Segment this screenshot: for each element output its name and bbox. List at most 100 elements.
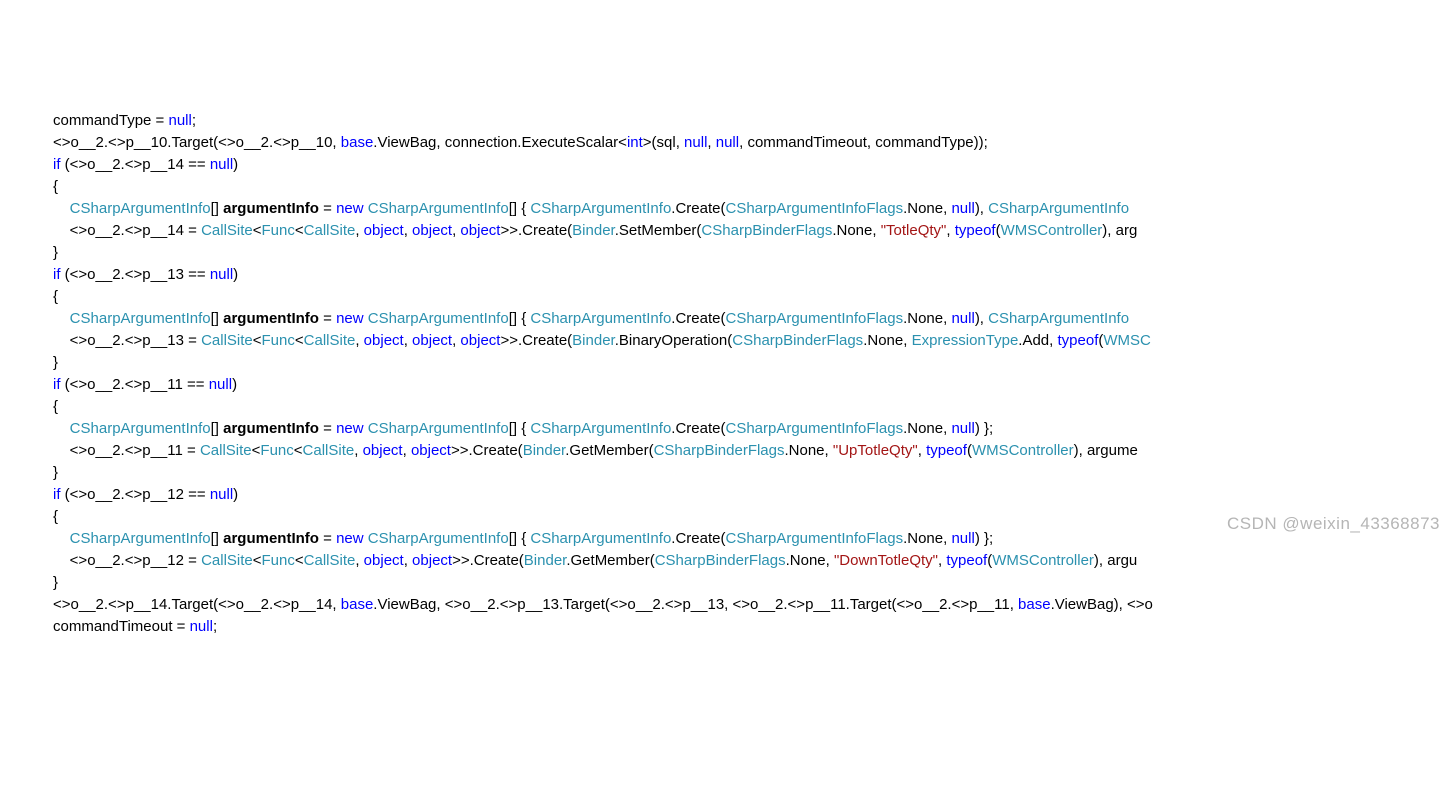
code-text: = — [319, 200, 336, 217]
code-text: [] { — [509, 420, 531, 437]
type: CSharpArgumentInfoFlags — [725, 310, 903, 327]
keyword: null — [210, 486, 233, 503]
code-line: { — [53, 178, 58, 195]
code-text: >>.Create( — [500, 332, 572, 349]
code-text: .Create( — [671, 420, 725, 437]
keyword: new — [336, 420, 364, 437]
code-line: } — [53, 574, 58, 591]
code-text: = — [319, 310, 336, 327]
code-text: .None, — [785, 442, 833, 459]
type: CSharpArgumentInfoFlags — [725, 420, 903, 437]
code-line: <>o__2.<>p__13 = CallSite<Func<CallSite,… — [53, 332, 1151, 349]
keyword: object — [412, 332, 452, 349]
code-text: ), arg — [1102, 222, 1137, 239]
keyword: typeof — [1058, 332, 1099, 349]
type: CallSite — [200, 442, 252, 459]
keyword: object — [363, 442, 403, 459]
code-text: , — [404, 552, 412, 569]
brace: { — [53, 508, 58, 525]
code-text: .None, — [832, 222, 880, 239]
code-text: [] — [211, 310, 224, 327]
keyword: null — [951, 310, 974, 327]
type: WMSC — [1103, 332, 1151, 349]
brace: } — [53, 244, 58, 261]
type: WMSController — [992, 552, 1094, 569]
type: CSharpArgumentInfoFlags — [725, 200, 903, 217]
code-text: , — [707, 134, 715, 151]
keyword: null — [210, 266, 233, 283]
keyword: null — [168, 112, 191, 129]
code-line: <>o__2.<>p__14 = CallSite<Func<CallSite,… — [53, 222, 1137, 239]
keyword: if — [53, 266, 61, 283]
type: WMSController — [1001, 222, 1103, 239]
code-text: (<>o__2.<>p__14 == — [61, 156, 210, 173]
code-text: ), — [975, 310, 988, 327]
code-text: commandTimeout = — [53, 618, 190, 635]
code-line: { — [53, 398, 58, 415]
code-line: } — [53, 354, 58, 371]
code-text: < — [253, 222, 262, 239]
code-text: [] — [211, 420, 224, 437]
code-text: ) }; — [975, 420, 993, 437]
keyword: if — [53, 376, 61, 393]
code-line: { — [53, 288, 58, 305]
type: Binder — [524, 552, 567, 569]
type: CSharpArgumentInfo — [70, 310, 211, 327]
code-line: } — [53, 464, 58, 481]
type: CSharpArgumentInfo — [988, 200, 1129, 217]
code-text: < — [294, 442, 303, 459]
code-text: .Create( — [671, 310, 725, 327]
type: CallSite — [304, 552, 356, 569]
keyword: object — [460, 332, 500, 349]
code-text: , commandTimeout, commandType)); — [739, 134, 988, 151]
code-text: , — [355, 222, 363, 239]
code-text: .None, — [903, 200, 951, 217]
code-text: < — [295, 552, 304, 569]
code-text: <>o__2.<>p__14.Target(<>o__2.<>p__14, — [53, 596, 341, 613]
code-text: commandType = — [53, 112, 168, 129]
code-text: .ViewBag), <>o — [1051, 596, 1153, 613]
code-text: .None, — [863, 332, 911, 349]
code-text: , — [354, 442, 362, 459]
code-text: .SetMember( — [615, 222, 702, 239]
code-text: , — [938, 552, 946, 569]
code-text: ), argume — [1074, 442, 1138, 459]
code-text: .BinaryOperation( — [615, 332, 733, 349]
code-text: <>o__2.<>p__12 = — [70, 552, 201, 569]
type: Binder — [572, 332, 615, 349]
type: Func — [262, 552, 295, 569]
code-text: >>.Create( — [452, 552, 524, 569]
brace: { — [53, 288, 58, 305]
code-text: [] { — [509, 310, 531, 327]
keyword: new — [336, 310, 364, 327]
keyword: object — [412, 552, 452, 569]
code-text: (<>o__2.<>p__12 == — [61, 486, 210, 503]
code-text: , — [355, 332, 363, 349]
code-text: (<>o__2.<>p__13 == — [61, 266, 210, 283]
type: CSharpArgumentInfo — [70, 420, 211, 437]
type: CSharpArgumentInfo — [368, 200, 509, 217]
code-text: .GetMember( — [566, 552, 654, 569]
type: CSharpArgumentInfo — [368, 310, 509, 327]
brace: { — [53, 398, 58, 415]
type: Func — [262, 332, 295, 349]
type: CallSite — [201, 552, 253, 569]
keyword: null — [951, 420, 974, 437]
keyword: if — [53, 156, 61, 173]
code-text: <>o__2.<>p__14 = — [70, 222, 201, 239]
type: Binder — [523, 442, 566, 459]
code-text: , — [355, 552, 363, 569]
code-text: < — [295, 332, 304, 349]
code-text: <>o__2.<>p__13 = — [70, 332, 201, 349]
code-line: if (<>o__2.<>p__13 == null) — [53, 266, 238, 283]
type: ExpressionType — [912, 332, 1019, 349]
code-line: commandType = null; — [53, 112, 196, 129]
type: CSharpArgumentInfo — [530, 200, 671, 217]
type: CSharpBinderFlags — [701, 222, 832, 239]
code-line: CSharpArgumentInfo[] argumentInfo = new … — [53, 420, 993, 437]
code-text: , — [404, 332, 412, 349]
code-line: <>o__2.<>p__14.Target(<>o__2.<>p__14, ba… — [53, 596, 1153, 613]
string: "TotleQty" — [881, 222, 947, 239]
keyword: null — [190, 618, 213, 635]
keyword: int — [627, 134, 643, 151]
